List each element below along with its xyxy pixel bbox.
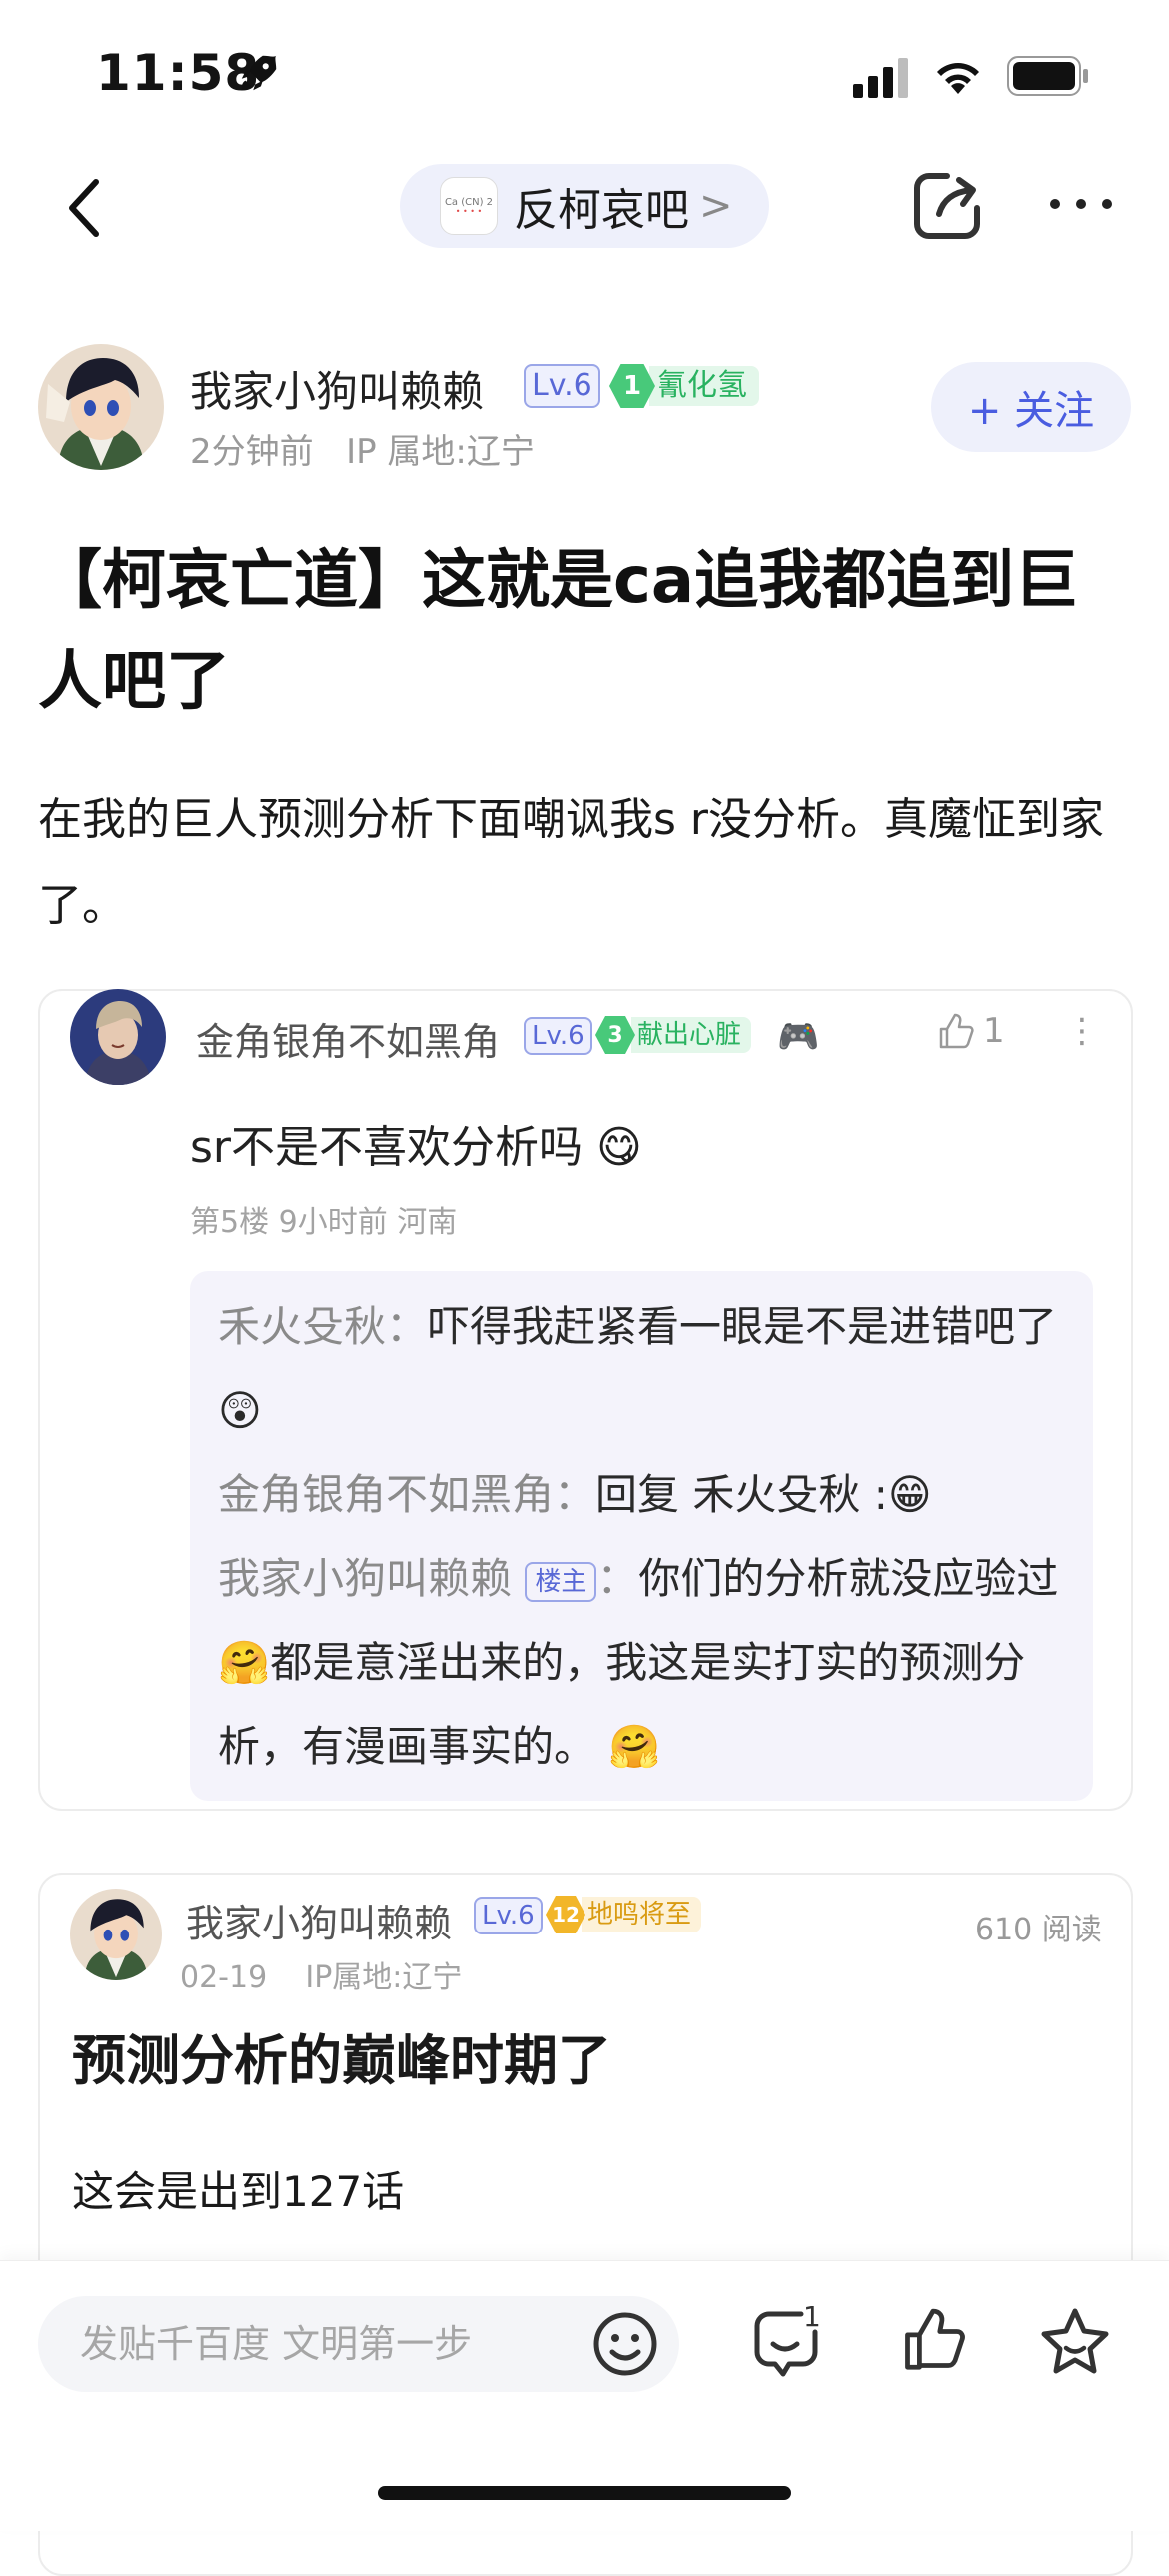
chevron-right-icon: >: [699, 183, 733, 229]
game-badge-icon: 🎮: [777, 1017, 820, 1057]
embedded-author-name: 我家小狗叫赖赖: [186, 1902, 453, 1945]
reply-item: 我家小狗叫赖赖 楼主 ：你们的分析就没应验过 🤗都是意淫出来的，我这是实打实的预测…: [218, 1554, 1059, 1771]
comment-like-count: 1: [983, 1011, 1005, 1051]
reply-item: 金角银角不如黑角：回复 禾火殳秋 :😁: [218, 1470, 932, 1519]
forum-link[interactable]: Ca (CN) 2 • • • • 反柯哀吧 >: [400, 164, 769, 248]
embedded-honor-badge: 12 地鸣将至: [546, 1895, 702, 1934]
embedded-post-title: 预测分析的巅峰时期了: [72, 2029, 611, 2092]
comment-text: sr不是不喜欢分析吗 😋: [190, 1122, 642, 1173]
commenter-name: 金角银角不如黑角: [196, 1020, 501, 1064]
reply-user: 禾火殳秋: [218, 1302, 387, 1351]
embedded-date: 02-19: [180, 1960, 268, 1995]
commenter-level-badge: Lv.6: [524, 1017, 592, 1055]
post-title: 【柯哀亡道】这就是ca追我都追到巨人吧了: [38, 544, 1079, 719]
host-tag: 楼主: [525, 1561, 597, 1602]
back-icon[interactable]: [62, 176, 106, 240]
battery-icon: [1007, 56, 1088, 96]
ip-location: IP 属地:辽宁: [346, 432, 535, 472]
embedded-post-meta: 02-19 IP属地:辽宁: [180, 1952, 462, 1996]
comment-like: 1: [935, 1011, 1005, 1051]
signal-icon: [853, 58, 908, 98]
honor-badge: 1 氰化氢: [609, 364, 759, 408]
comment-button[interactable]: 1: [751, 2300, 821, 2382]
rocket-icon: [241, 55, 277, 91]
reply-user: 金角银角不如黑角: [218, 1470, 555, 1519]
post-body: 在我的巨人预测分析下面嘲讽我s r没分析。真魔怔到家了。: [38, 794, 1104, 931]
star-icon[interactable]: [1039, 2306, 1111, 2376]
author-meta: 2分钟前 IP 属地:辽宁: [190, 424, 535, 473]
forum-name: 反柯哀吧: [514, 185, 689, 236]
commenter-honor-level: 3: [595, 1016, 635, 1054]
reply-item: 禾火殳秋：吓得我赶紧看一眼是不是进错吧了 😲: [218, 1302, 1058, 1435]
follow-button[interactable]: + 关注: [931, 362, 1131, 452]
reply-user: 我家小狗叫赖赖: [218, 1554, 513, 1603]
reply-text: 回复 禾火殳秋 :😁: [595, 1470, 932, 1519]
more-vertical-icon: ⋮: [1065, 1011, 1099, 1051]
author-avatar[interactable]: [38, 344, 164, 470]
post-time: 2分钟前: [190, 432, 314, 472]
embedded-author-avatar: [70, 1889, 162, 1980]
comment-count: 1: [803, 2300, 821, 2333]
emoji-icon[interactable]: [591, 2310, 659, 2378]
share-icon[interactable]: [911, 170, 983, 242]
embedded-post-body: 这会是出到127话: [72, 2167, 405, 2216]
thumbs-up-icon: [939, 1013, 974, 1049]
thumbs-up-icon[interactable]: [899, 2306, 967, 2374]
embedded-honor-level: 12: [546, 1896, 585, 1933]
wifi-icon: [937, 63, 979, 94]
reply-list: 禾火殳秋：吓得我赶紧看一眼是不是进错吧了 😲 金角银角不如黑角：回复 禾火殳秋 …: [190, 1271, 1093, 1801]
read-count: 610 阅读: [975, 1913, 1102, 1947]
level-badge: Lv.6: [524, 364, 600, 408]
comment-meta: 第5楼 9小时前 河南: [190, 1205, 458, 1240]
honor-title: 氰化氢: [649, 366, 759, 406]
commenter-avatar: [70, 989, 166, 1085]
forum-logo: Ca (CN) 2 • • • •: [440, 177, 498, 235]
author-name[interactable]: 我家小狗叫赖赖: [190, 358, 484, 419]
commenter-honor-title: 献出心脏: [631, 1017, 752, 1053]
commenter-honor-badge: 3 献出心脏: [595, 1015, 752, 1055]
reply-input[interactable]: [38, 2296, 679, 2392]
embedded-level-badge: Lv.6: [474, 1897, 543, 1934]
embedded-ip: IP属地:辽宁: [305, 1960, 463, 1995]
embedded-honor-title: 地鸣将至: [582, 1897, 702, 1932]
home-indicator: [378, 2486, 791, 2500]
more-icon[interactable]: [1047, 196, 1115, 212]
